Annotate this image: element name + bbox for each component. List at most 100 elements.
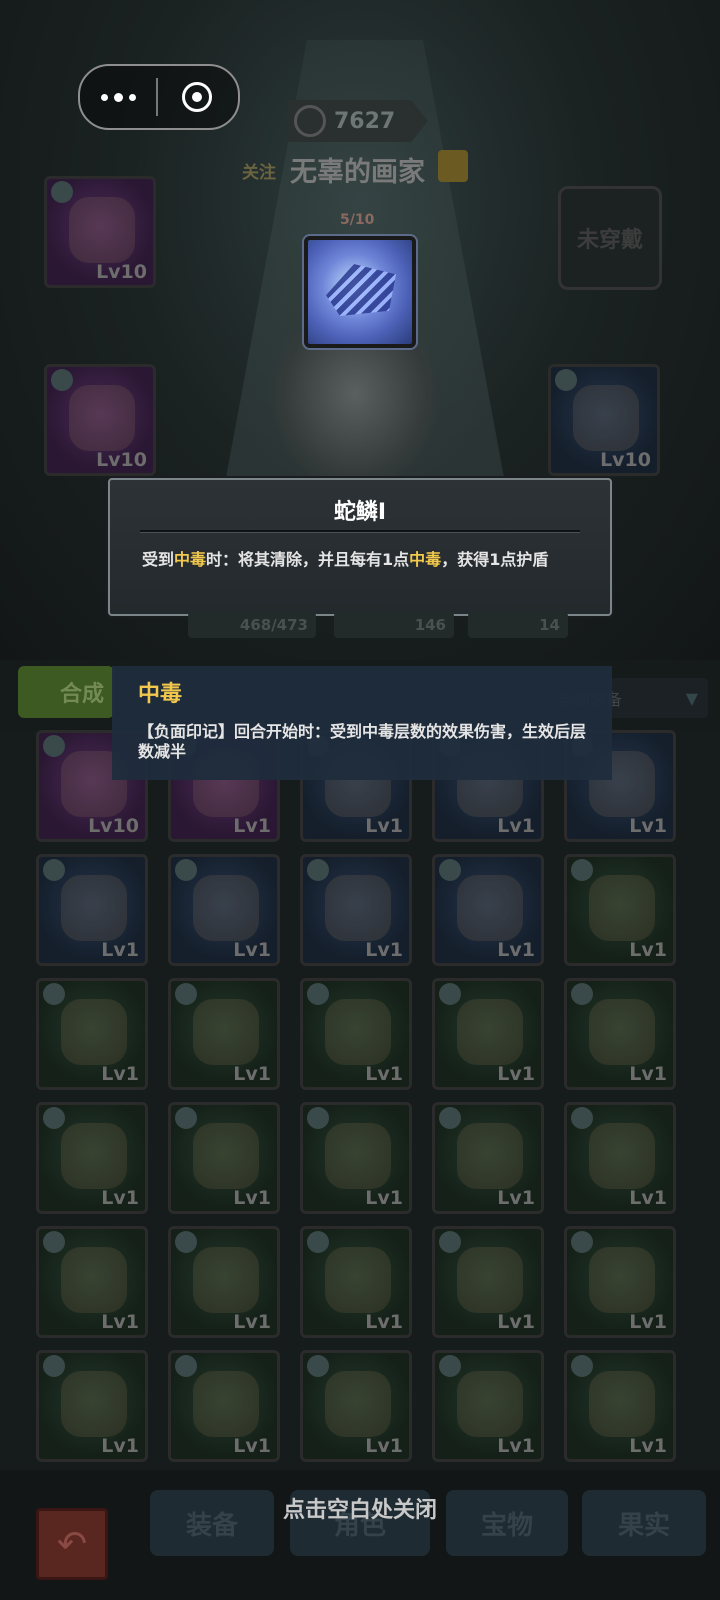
slot-type-icon (51, 369, 73, 391)
item-level: Lv1 (101, 1435, 139, 1457)
inventory-item[interactable]: Lv1 (168, 1350, 280, 1462)
relic-title: 蛇鳞I (333, 500, 387, 525)
item-type-icon (307, 859, 329, 881)
item-level: Lv1 (233, 815, 271, 837)
hp-stat: 468/473 (188, 612, 316, 638)
item-type-icon (571, 1107, 593, 1129)
item-icon (589, 1123, 655, 1189)
item-level: Lv1 (497, 1435, 535, 1457)
equip-slot-helmet[interactable]: Lv10 (44, 176, 156, 288)
relic-tooltip: 蛇鳞I 受到中毒时：将其清除，并且每有1点中毒，获得1点护盾 (108, 478, 612, 616)
shield-stat: 14 (468, 612, 568, 638)
item-level: Lv1 (629, 1311, 667, 1333)
inventory-item[interactable]: Lv1 (564, 978, 676, 1090)
player-name: 无辜的画家 (290, 157, 425, 188)
inventory-item[interactable]: Lv1 (300, 1350, 412, 1462)
item-level: Lv10 (88, 815, 139, 837)
slot-level: Lv10 (600, 449, 651, 471)
item-level: Lv1 (233, 1435, 271, 1457)
power-badge: 7627 (288, 100, 428, 142)
inventory-item[interactable]: Lv1 (432, 854, 544, 966)
item-icon (325, 1123, 391, 1189)
stats-bar: 468/473 146 14 (110, 612, 630, 638)
tooltip-divider (140, 530, 580, 533)
item-icon (457, 1123, 523, 1189)
item-level: Lv1 (497, 1063, 535, 1085)
item-icon (325, 999, 391, 1065)
item-level: Lv1 (233, 939, 271, 961)
cloak-icon (573, 385, 639, 451)
close-hint[interactable]: 点击空白处关闭 (0, 1492, 720, 1524)
desc-text: ，获得1点护盾 (441, 550, 549, 569)
inventory-item[interactable]: Lv1 (432, 1102, 544, 1214)
relic-description: 受到中毒时：将其清除，并且每有1点中毒，获得1点护盾 (142, 550, 584, 570)
poison-keyword[interactable]: 中毒 (174, 550, 206, 569)
item-icon (61, 1123, 127, 1189)
gauntlet-icon (69, 385, 135, 451)
item-icon (61, 875, 127, 941)
item-level: Lv1 (101, 939, 139, 961)
inventory-item[interactable]: Lv1 (300, 978, 412, 1090)
item-type-icon (307, 1231, 329, 1253)
item-icon (589, 1247, 655, 1313)
inventory-item[interactable]: Lv1 (36, 854, 148, 966)
item-type-icon (43, 735, 65, 757)
item-type-icon (43, 1355, 65, 1377)
item-icon (193, 875, 259, 941)
item-type-icon (43, 983, 65, 1005)
helmet-icon (69, 197, 135, 263)
item-type-icon (43, 859, 65, 881)
item-icon (457, 999, 523, 1065)
inventory-item[interactable]: Lv1 (300, 1102, 412, 1214)
inventory-item[interactable]: Lv1 (564, 1350, 676, 1462)
inventory-item[interactable]: Lv1 (168, 1102, 280, 1214)
inventory-item[interactable]: Lv1 (432, 1226, 544, 1338)
poison-keyword[interactable]: 中毒 (409, 550, 441, 569)
item-level: Lv1 (497, 1187, 535, 1209)
slot-level: Lv10 (96, 449, 147, 471)
close-miniprogram-button[interactable] (158, 82, 236, 112)
inventory-item[interactable]: Lv1 (168, 978, 280, 1090)
item-icon (457, 1247, 523, 1313)
item-icon (589, 875, 655, 941)
follow-button[interactable]: 关注 (242, 158, 276, 183)
inventory-item[interactable]: Lv1 (36, 978, 148, 1090)
inventory-item[interactable]: Lv1 (432, 978, 544, 1090)
craft-button[interactable]: 合成 (18, 666, 114, 718)
inventory-item[interactable]: Lv1 (564, 1226, 676, 1338)
item-level: Lv1 (101, 1063, 139, 1085)
inventory-item[interactable]: Lv1 (168, 854, 280, 966)
item-level: Lv1 (497, 1311, 535, 1333)
item-type-icon (175, 983, 197, 1005)
item-icon (61, 1371, 127, 1437)
item-type-icon (175, 859, 197, 881)
equip-slot-gloves[interactable]: Lv10 (44, 364, 156, 476)
item-icon (61, 1247, 127, 1313)
item-type-icon (175, 1355, 197, 1377)
keyword-title: 中毒 (138, 682, 183, 707)
item-type-icon (43, 1107, 65, 1129)
equip-slot-cloak[interactable]: Lv10 (548, 364, 660, 476)
inventory-item[interactable]: Lv1 (432, 1350, 544, 1462)
empty-slot[interactable]: 未穿戴 (558, 186, 662, 290)
inventory-item[interactable]: Lv1 (36, 1226, 148, 1338)
more-menu-button[interactable] (80, 92, 156, 102)
item-type-icon (439, 983, 461, 1005)
inventory-item[interactable]: Lv1 (36, 1350, 148, 1462)
item-icon (457, 1371, 523, 1437)
inventory-item[interactable]: Lv1 (36, 1102, 148, 1214)
inventory-item[interactable]: Lv1 (564, 1102, 676, 1214)
inventory-item[interactable]: Lv1 (564, 854, 676, 966)
inventory-item[interactable]: Lv1 (300, 854, 412, 966)
item-type-icon (307, 983, 329, 1005)
item-icon (589, 1371, 655, 1437)
inventory-grid: Lv10 Lv1 Lv1 Lv1 Lv1 Lv1 Lv1 Lv1 Lv1 Lv1 Lv1 Lv1 Lv1… (0, 730, 720, 1470)
inventory-item[interactable]: Lv1 (168, 1226, 280, 1338)
item-level: Lv1 (365, 1435, 403, 1457)
item-level: Lv1 (629, 815, 667, 837)
edit-name-icon[interactable] (438, 150, 468, 182)
snake-scale-icon[interactable] (304, 236, 416, 348)
inventory-item[interactable]: Lv1 (300, 1226, 412, 1338)
item-level: Lv1 (629, 939, 667, 961)
item-type-icon (571, 1231, 593, 1253)
